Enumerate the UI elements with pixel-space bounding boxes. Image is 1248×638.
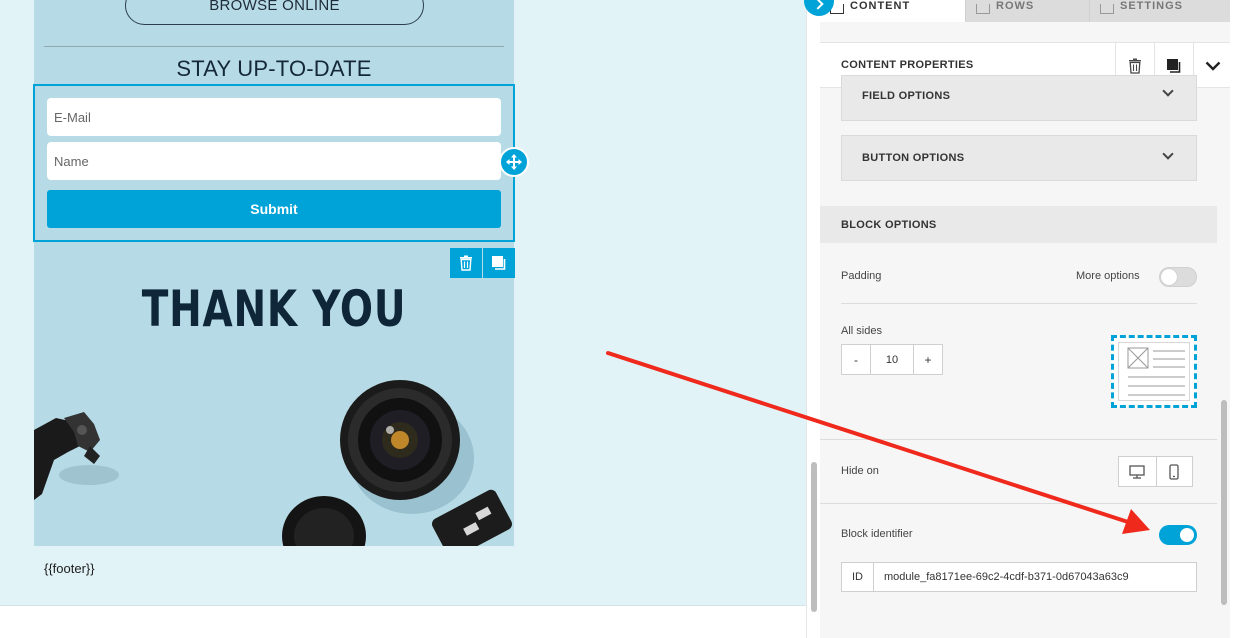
form-block-selected[interactable]: E-Mail Name Submit (33, 84, 515, 242)
more-options-toggle[interactable] (1159, 267, 1197, 287)
divider (820, 439, 1217, 440)
padding-label: Padding (841, 270, 882, 282)
divider (44, 46, 504, 47)
canvas-scroll-thumb[interactable] (811, 462, 817, 612)
tab-settings[interactable]: SETTINGS (1089, 0, 1231, 22)
move-icon[interactable] (499, 147, 529, 177)
padding-preview-icon (1111, 335, 1197, 408)
tab-settings-label: SETTINGS (1120, 0, 1184, 12)
toggle-knob (1161, 269, 1177, 285)
block-options-header: BLOCK OPTIONS (820, 206, 1217, 243)
duplicate-icon[interactable] (483, 248, 515, 278)
id-label: ID (842, 563, 874, 591)
divider (820, 503, 1217, 504)
block-identifier-toggle[interactable] (1159, 525, 1197, 545)
thank-you-heading[interactable]: THANK YOU (87, 280, 461, 338)
email-canvas: BROWSE ONLINE STAY UP-TO-DATE THANK YOU (0, 0, 806, 605)
block-options-label: BLOCK OPTIONS (841, 219, 937, 231)
camera-gear-image[interactable] (34, 360, 514, 546)
editor-root: BROWSE ONLINE STAY UP-TO-DATE THANK YOU (0, 0, 1248, 638)
lens-shape (340, 380, 474, 514)
field-options-label: FIELD OPTIONS (862, 90, 951, 102)
panel-right-edge (1230, 0, 1248, 638)
name-field[interactable]: Name (47, 142, 501, 180)
footer-placeholder[interactable]: {{footer}} (44, 561, 95, 576)
padding-value[interactable]: 10 (870, 345, 914, 374)
chevron-down-icon (1162, 148, 1174, 160)
preview-inner (1118, 342, 1190, 401)
email-field[interactable]: E-Mail (47, 98, 501, 136)
tab-rows[interactable]: ROWS (965, 0, 1089, 22)
trash-icon[interactable] (450, 248, 482, 278)
content-properties-title: CONTENT PROPERTIES (841, 59, 974, 71)
canvas-bottom-border (0, 605, 806, 606)
desktop-icon[interactable] (1119, 457, 1156, 486)
properties-panel: CONTENT ROWS SETTINGS CONTENT PROPERTIES (804, 0, 1248, 638)
rows-icon (976, 4, 990, 14)
hide-on-devices (1118, 456, 1193, 487)
padding-stepper: - 10 + (841, 344, 943, 375)
panel-scroll-thumb[interactable] (1221, 400, 1227, 605)
submit-button[interactable]: Submit (47, 190, 501, 228)
button-options-accordion[interactable]: BUTTON OPTIONS (841, 135, 1197, 181)
toggle-knob (1180, 528, 1194, 542)
chevron-down-icon (1162, 85, 1174, 97)
email-body: BROWSE ONLINE STAY UP-TO-DATE THANK YOU (34, 0, 514, 546)
divider (841, 303, 1197, 304)
tab-rows-label: ROWS (996, 0, 1035, 12)
canvas-scrollbar[interactable] (806, 0, 820, 638)
hide-on-label: Hide on (841, 465, 879, 477)
block-id-field[interactable]: ID module_fa8171ee-69c2-4cdf-b371-0d6704… (841, 562, 1197, 592)
increment-button[interactable]: + (914, 345, 942, 374)
all-sides-label: All sides (841, 325, 882, 337)
tab-content-label: CONTENT (850, 0, 911, 12)
decrement-button[interactable]: - (842, 345, 870, 374)
field-options-accordion[interactable]: FIELD OPTIONS (841, 75, 1197, 121)
lens-cap-shape (282, 496, 366, 546)
button-options-label: BUTTON OPTIONS (862, 152, 965, 164)
id-value[interactable]: module_fa8171ee-69c2-4cdf-b371-0d67043a6… (874, 563, 1196, 591)
mobile-icon[interactable] (1155, 457, 1193, 486)
block-identifier-label: Block identifier (841, 528, 913, 540)
tripod-shape (34, 412, 119, 500)
tab-content[interactable]: CONTENT (820, 0, 965, 22)
browse-online-button[interactable]: BROWSE ONLINE (125, 0, 424, 25)
panel-tabs: CONTENT ROWS SETTINGS (820, 0, 1248, 22)
more-options-label: More options (1076, 270, 1140, 282)
panel-top-strip (820, 22, 1231, 42)
settings-icon (1100, 4, 1114, 14)
stay-up-to-date-heading[interactable]: STAY UP-TO-DATE (34, 56, 514, 82)
panel-scrollbar[interactable] (1218, 40, 1230, 615)
block-toolbar (450, 248, 515, 278)
